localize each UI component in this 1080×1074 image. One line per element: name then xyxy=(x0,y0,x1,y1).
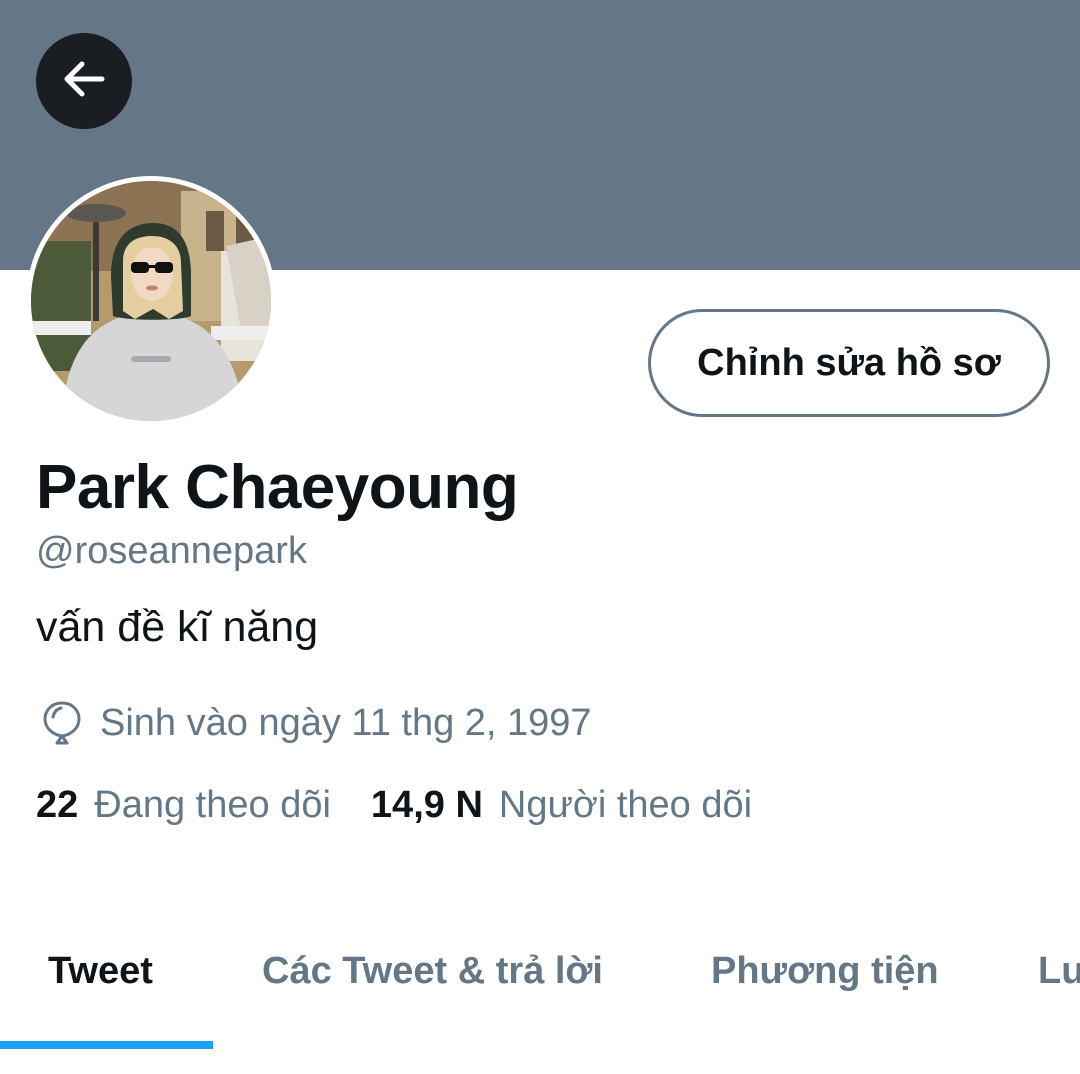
following-count: 22 xyxy=(36,784,79,826)
followers-link[interactable]: 14,9 N Người theo dõi xyxy=(371,784,752,827)
balloon-icon xyxy=(36,697,88,749)
arrow-left-icon xyxy=(58,53,110,110)
tab-likes[interactable]: Lư xyxy=(1038,950,1080,993)
tab-tweets[interactable]: Tweet xyxy=(48,950,153,993)
follow-stats: 22 Đang theo dõi 14,9 N Người theo dõi xyxy=(36,784,752,827)
tab-tweets-replies[interactable]: Các Tweet & trả lời xyxy=(262,950,603,993)
followers-count: 14,9 N xyxy=(370,784,483,826)
following-link[interactable]: 22 Đang theo dõi xyxy=(36,784,331,827)
profile-name: Park Chaeyoung xyxy=(36,453,519,522)
birth-date: Sinh vào ngày 11 thg 2, 1997 xyxy=(36,697,592,749)
following-label: Đang theo dõi xyxy=(94,784,331,826)
tab-media[interactable]: Phương tiện xyxy=(711,950,939,993)
avatar[interactable] xyxy=(26,176,276,426)
active-tab-indicator xyxy=(0,1041,213,1049)
followers-label: Người theo dõi xyxy=(498,784,753,826)
profile-bio: vấn đề kĩ năng xyxy=(36,603,319,651)
edit-profile-button[interactable]: Chỉnh sửa hồ sơ xyxy=(648,309,1050,417)
profile-handle: @roseannepark xyxy=(36,530,307,572)
birth-date-text: Sinh vào ngày 11 thg 2, 1997 xyxy=(100,701,592,744)
profile-tabs: Tweet Các Tweet & trả lời Phương tiện Lư xyxy=(0,920,1080,1050)
back-button[interactable] xyxy=(36,33,132,129)
